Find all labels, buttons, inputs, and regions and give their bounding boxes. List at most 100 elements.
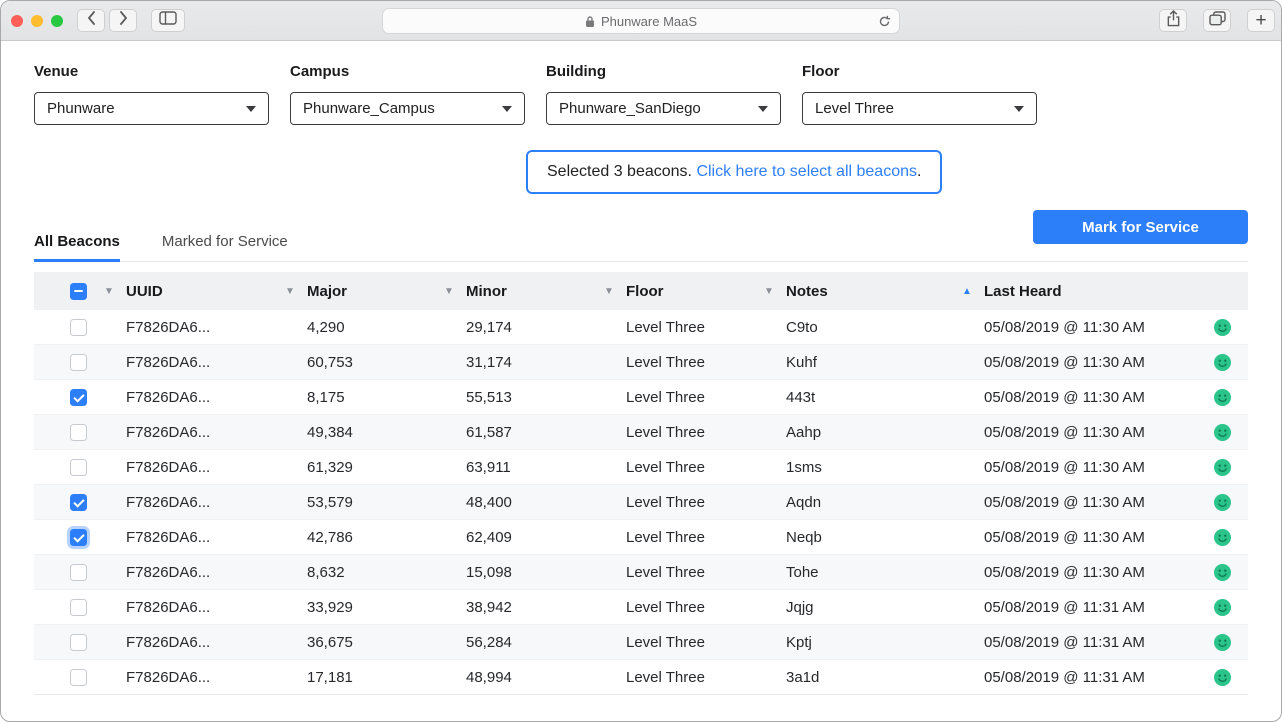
row-checkbox[interactable] (70, 529, 87, 546)
table-row: F7826DA6... 33,929 38,942 Level Three Jq… (34, 590, 1248, 625)
zoom-window-button[interactable] (51, 15, 63, 27)
header-major[interactable]: ▼ Major (271, 283, 430, 300)
cell-notes: Neqb (750, 529, 948, 546)
row-status-cell (1194, 669, 1250, 686)
tabs: All Beacons Marked for Service (34, 233, 288, 262)
row-checkbox-cell (34, 529, 90, 546)
chevron-right-icon (119, 11, 128, 30)
cell-floor: Level Three (590, 599, 750, 616)
cell-notes: Jqjg (750, 599, 948, 616)
row-status-cell (1194, 564, 1250, 581)
campus-dropdown[interactable]: Phunware_Campus (290, 92, 525, 125)
header-last-heard-label: Last Heard (984, 283, 1062, 300)
cell-minor: 48,994 (430, 669, 590, 686)
cell-uuid: F7826DA6... (90, 494, 271, 511)
cell-major: 42,786 (271, 529, 430, 546)
row-checkbox[interactable] (70, 669, 87, 686)
back-button[interactable] (77, 9, 105, 32)
row-checkbox[interactable] (70, 494, 87, 511)
cell-floor: Level Three (590, 529, 750, 546)
banner-suffix: . (917, 163, 921, 180)
sort-asc-icon[interactable]: ▲ (962, 286, 984, 297)
row-checkbox-cell (34, 424, 90, 441)
tab-overview-button[interactable] (1203, 9, 1231, 32)
row-checkbox[interactable] (70, 389, 87, 406)
row-checkbox[interactable] (70, 564, 87, 581)
cell-notes: 1sms (750, 459, 948, 476)
sort-desc-icon[interactable]: ▼ (104, 286, 126, 297)
status-healthy-icon (1214, 494, 1231, 511)
header-notes[interactable]: ▼ Notes (750, 283, 948, 300)
header-uuid[interactable]: ▼ UUID (90, 283, 271, 300)
forward-button[interactable] (109, 9, 137, 32)
row-status-cell (1194, 319, 1250, 336)
cell-last-heard: 05/08/2019 @ 11:30 AM (948, 319, 1194, 336)
row-checkbox[interactable] (70, 634, 87, 651)
cell-major: 17,181 (271, 669, 430, 686)
floor-label: Floor (802, 63, 1037, 80)
table-row: F7826DA6... 42,786 62,409 Level Three Ne… (34, 520, 1248, 555)
row-checkbox[interactable] (70, 424, 87, 441)
cell-floor: Level Three (590, 669, 750, 686)
cell-minor: 61,587 (430, 424, 590, 441)
select-all-link[interactable]: Click here to select all beacons (696, 163, 917, 180)
row-status-cell (1194, 389, 1250, 406)
share-button[interactable] (1159, 9, 1187, 32)
sidebar-toggle-button[interactable] (151, 9, 185, 32)
lock-icon (585, 15, 595, 28)
venue-label: Venue (34, 63, 269, 80)
cell-floor: Level Three (590, 424, 750, 441)
banner-row: Selected 3 beacons. Click here to select… (34, 150, 1248, 194)
row-checkbox[interactable] (70, 599, 87, 616)
header-last-heard[interactable]: ▲ Last Heard (948, 283, 1194, 300)
row-checkbox-cell (34, 634, 90, 651)
row-checkbox[interactable] (70, 319, 87, 336)
cell-last-heard: 05/08/2019 @ 11:30 AM (948, 529, 1194, 546)
sort-desc-icon[interactable]: ▼ (285, 286, 307, 297)
mark-for-service-button[interactable]: Mark for Service (1033, 210, 1248, 244)
sort-desc-icon[interactable]: ▼ (604, 286, 626, 297)
header-minor[interactable]: ▼ Minor (430, 283, 590, 300)
status-healthy-icon (1214, 354, 1231, 371)
table-row: F7826DA6... 8,632 15,098 Level Three Toh… (34, 555, 1248, 590)
titlebar: Phunware MaaS + (1, 1, 1281, 41)
tab-all-beacons[interactable]: All Beacons (34, 233, 120, 262)
caret-down-icon (246, 106, 256, 112)
row-checkbox-cell (34, 599, 90, 616)
cell-last-heard: 05/08/2019 @ 11:31 AM (948, 634, 1194, 651)
cell-uuid: F7826DA6... (90, 634, 271, 651)
tabs-overview-icon (1209, 11, 1226, 31)
header-floor[interactable]: ▼ Floor (590, 283, 750, 300)
minimize-window-button[interactable] (31, 15, 43, 27)
status-healthy-icon (1214, 319, 1231, 336)
row-checkbox-cell (34, 319, 90, 336)
cell-uuid: F7826DA6... (90, 389, 271, 406)
floor-dropdown[interactable]: Level Three (802, 92, 1037, 125)
cell-floor: Level Three (590, 494, 750, 511)
row-checkbox[interactable] (70, 354, 87, 371)
tab-marked-for-service[interactable]: Marked for Service (162, 233, 288, 262)
building-label: Building (546, 63, 781, 80)
table-header-row: ▼ UUID ▼ Major ▼ Minor ▼ Floor ▼ Notes (34, 272, 1248, 310)
table-row: F7826DA6... 4,290 29,174 Level Three C9t… (34, 310, 1248, 345)
select-all-checkbox[interactable] (70, 283, 87, 300)
sort-desc-icon[interactable]: ▼ (764, 286, 786, 297)
building-dropdown[interactable]: Phunware_SanDiego (546, 92, 781, 125)
titlebar-right-buttons: + (1143, 9, 1275, 32)
header-major-label: Major (307, 283, 347, 300)
cell-minor: 48,400 (430, 494, 590, 511)
table-row: F7826DA6... 36,675 56,284 Level Three Kp… (34, 625, 1248, 660)
selection-count-text: Selected 3 beacons. (547, 163, 696, 180)
venue-dropdown[interactable]: Phunware (34, 92, 269, 125)
header-minor-label: Minor (466, 283, 507, 300)
cell-minor: 38,942 (430, 599, 590, 616)
row-status-cell (1194, 529, 1250, 546)
close-window-button[interactable] (11, 15, 23, 27)
new-tab-button[interactable]: + (1247, 9, 1275, 32)
address-bar[interactable]: Phunware MaaS (382, 8, 900, 34)
status-healthy-icon (1214, 634, 1231, 651)
row-checkbox[interactable] (70, 459, 87, 476)
sort-desc-icon[interactable]: ▼ (444, 286, 466, 297)
cell-minor: 55,513 (430, 389, 590, 406)
reload-button[interactable] (878, 15, 891, 28)
